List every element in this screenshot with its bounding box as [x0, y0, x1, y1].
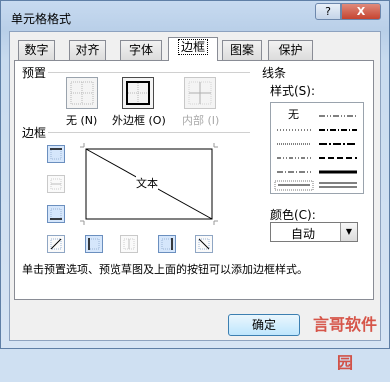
border-left-button[interactable]: [85, 235, 103, 253]
bottom-border-icon: [50, 208, 62, 220]
border-heading: 边框: [22, 126, 47, 140]
watermark: 言哥软件园: [306, 306, 384, 372]
description-text: 单击预置选项、预览草图及上面的按钮可以添加边框样式。: [22, 263, 308, 276]
preset-inside-label: 内部 (I): [182, 114, 220, 127]
tab-border[interactable]: 边框: [168, 37, 218, 61]
close-button[interactable]: X: [341, 3, 381, 20]
inside-horizontal-border-icon: [50, 178, 62, 190]
border-diagonal-down-button[interactable]: [195, 235, 213, 253]
diagonal-up-border-icon: [50, 238, 62, 250]
inside-vertical-border-icon: [123, 238, 135, 250]
right-border-icon: [161, 238, 173, 250]
border-bottom-button[interactable]: [47, 205, 65, 223]
border-inside-horizontal-button[interactable]: [47, 175, 65, 193]
preset-none-button[interactable]: [66, 77, 98, 109]
top-border-icon: [50, 148, 62, 160]
border-preview[interactable]: 文本: [80, 143, 218, 225]
border-divider: [48, 132, 250, 133]
inside-border-icon: [188, 81, 212, 105]
line-style-label: 样式(S):: [270, 84, 316, 98]
presets-heading: 预置: [22, 66, 47, 80]
preset-inside-button[interactable]: [184, 77, 216, 109]
border-inside-vertical-button[interactable]: [120, 235, 138, 253]
tab-alignment[interactable]: 对齐: [69, 40, 106, 60]
line-color-label: 颜色(C):: [270, 208, 316, 222]
line-style-samples: [274, 115, 357, 191]
tab-font[interactable]: 字体: [120, 40, 162, 60]
chevron-down-icon[interactable]: ▼: [340, 223, 357, 241]
window-title: 单元格格式: [11, 12, 72, 26]
ok-button[interactable]: 确定: [228, 314, 300, 336]
line-color-value: 自动: [291, 227, 316, 241]
watermark-text: 言哥软件园: [312, 315, 377, 372]
no-border-icon: [70, 81, 94, 105]
preview-text: 文本: [136, 175, 158, 191]
preset-outline-button[interactable]: [122, 77, 154, 109]
tab-patterns[interactable]: 图案: [222, 40, 262, 60]
diagonal-down-border-icon: [198, 238, 210, 250]
preset-outline-label: 外边框 (O): [112, 114, 166, 127]
preset-none-label: 无 (N): [66, 114, 98, 127]
outline-border-icon: [126, 81, 150, 105]
tab-number[interactable]: 数字: [18, 40, 55, 60]
line-heading: 线条: [262, 66, 287, 80]
presets-divider: [48, 72, 250, 73]
border-top-button[interactable]: [47, 145, 65, 163]
help-button[interactable]: ?: [315, 3, 341, 20]
line-style-list[interactable]: 无: [270, 102, 364, 194]
tab-protection[interactable]: 保护: [268, 40, 313, 60]
left-border-icon: [88, 238, 100, 250]
border-diagonal-up-button[interactable]: [47, 235, 65, 253]
border-right-button[interactable]: [158, 235, 176, 253]
line-color-select[interactable]: 自动 ▼: [270, 222, 358, 242]
